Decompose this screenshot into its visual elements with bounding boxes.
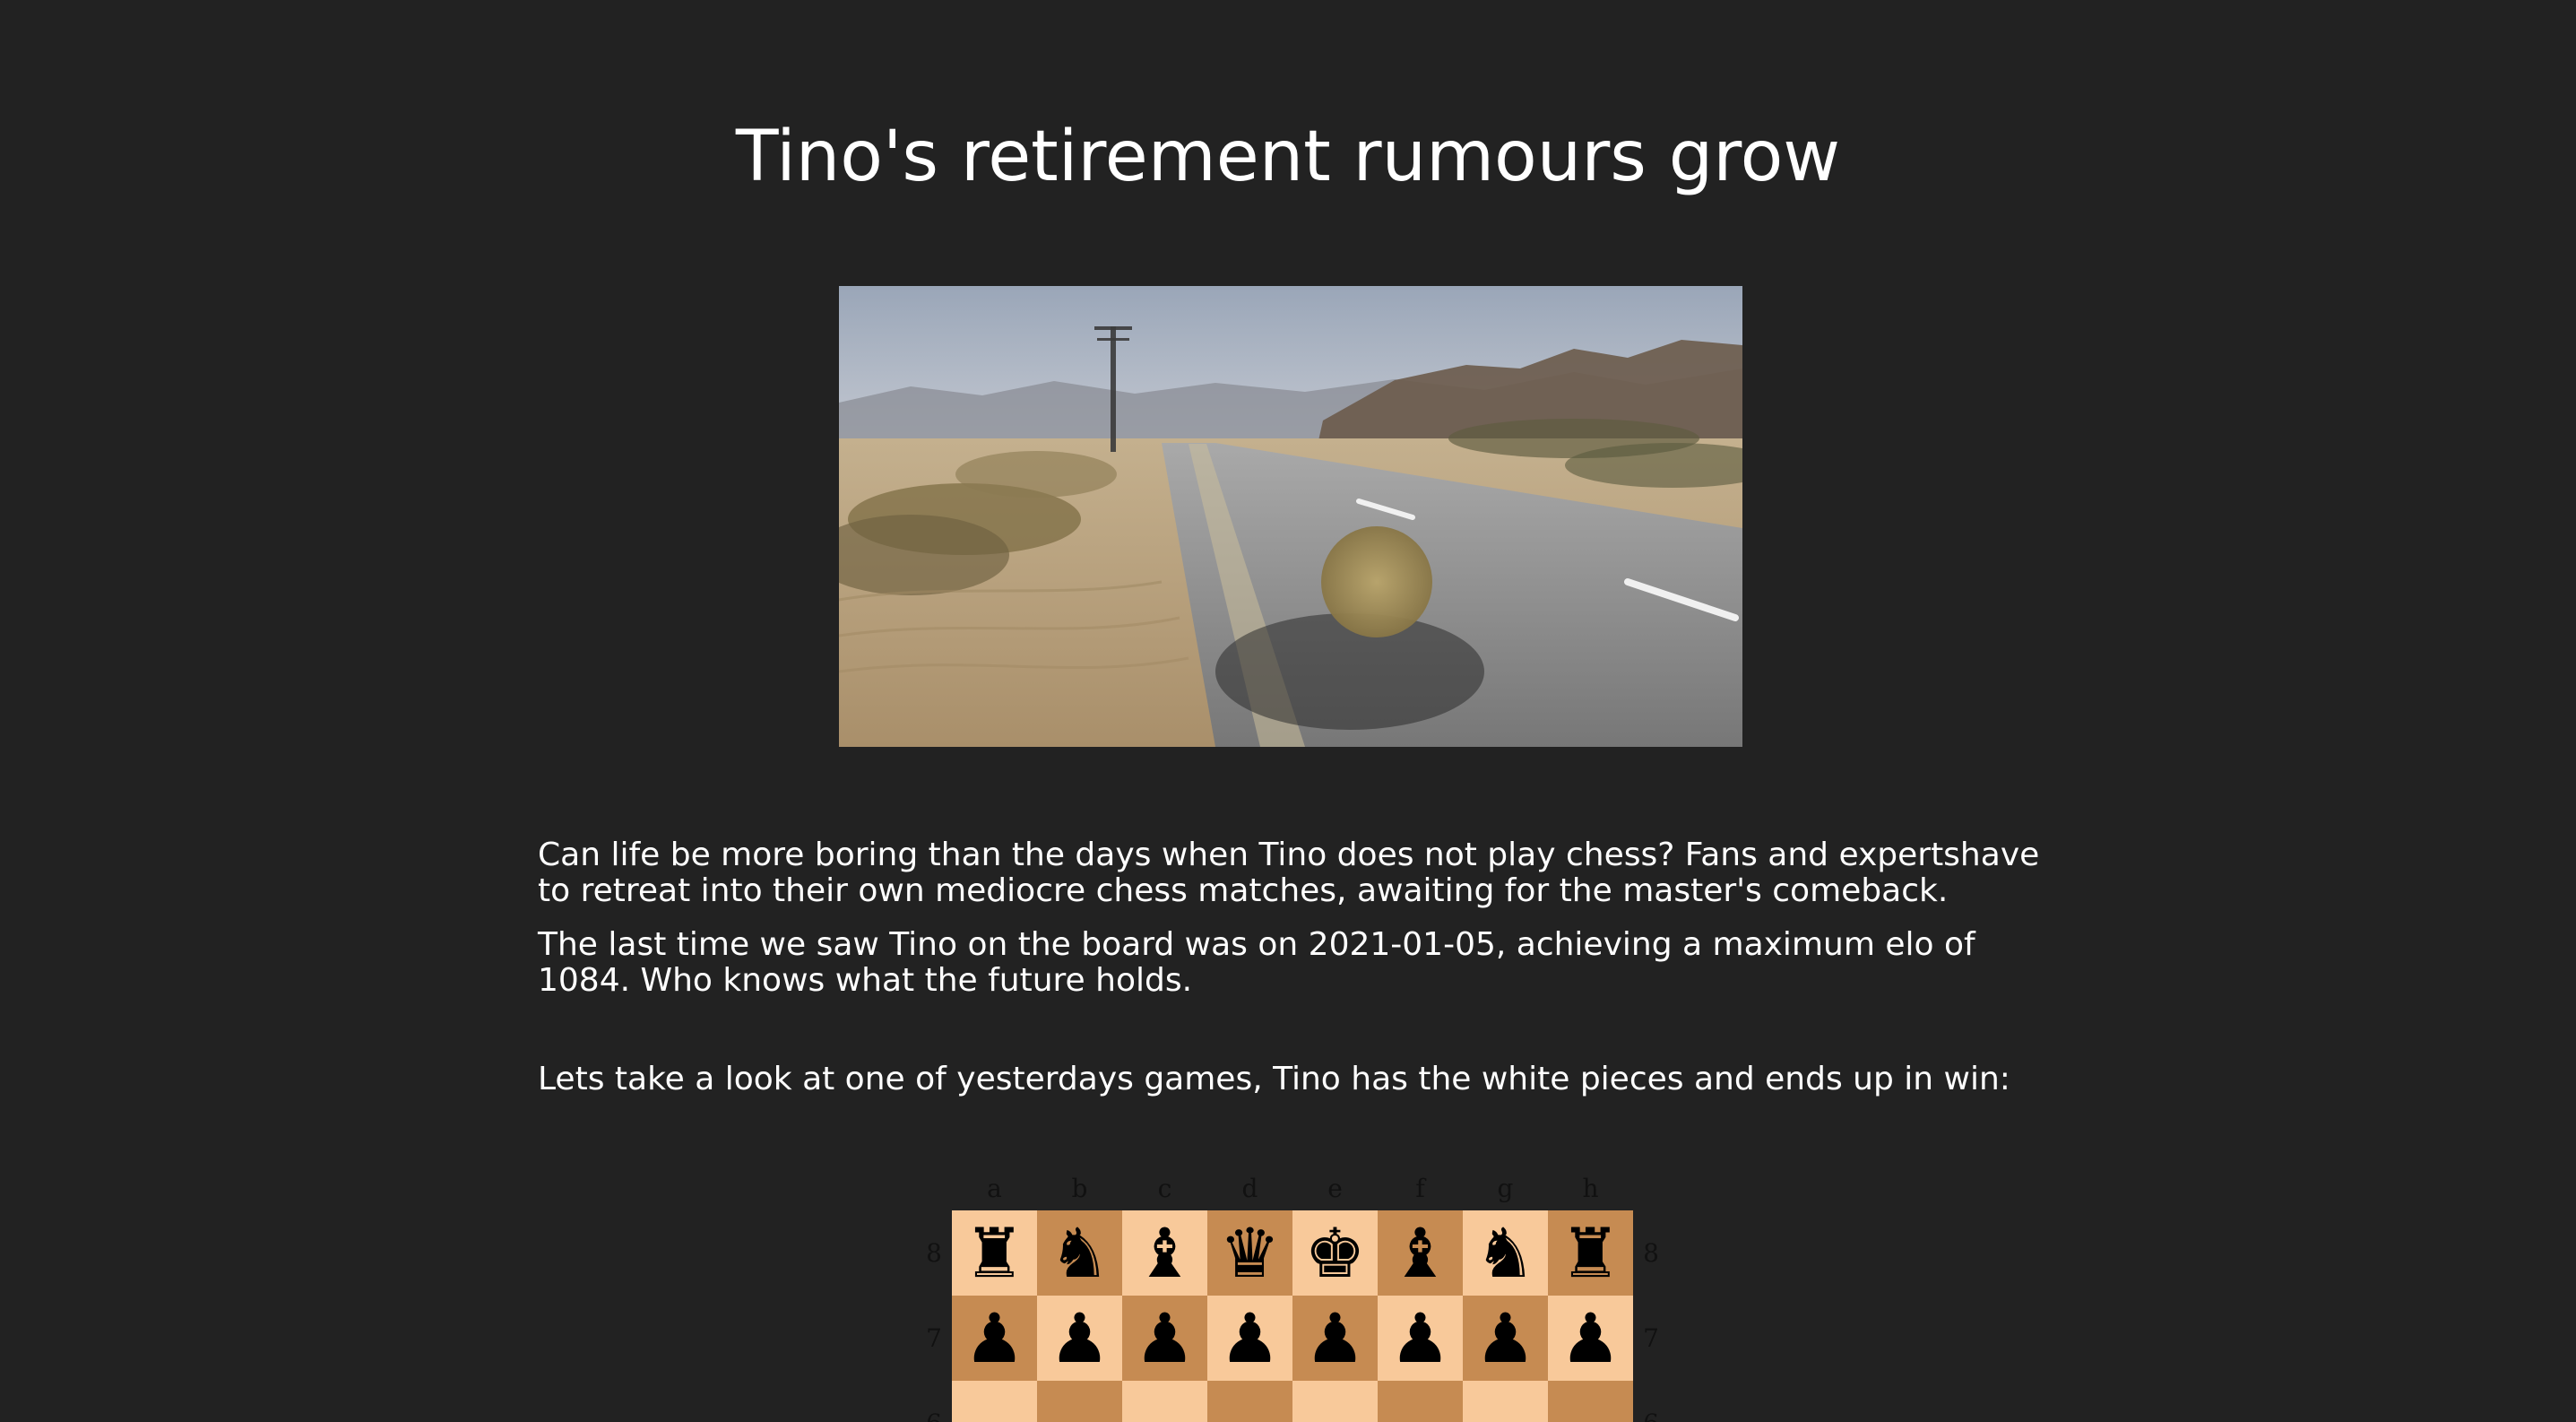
- rank-label-6-right: 6: [1633, 1381, 1669, 1422]
- board-square-g8[interactable]: ♞: [1463, 1210, 1548, 1296]
- board-square-g7[interactable]: ♟: [1463, 1296, 1548, 1381]
- rank-label-7-right: 7: [1643, 1323, 1659, 1353]
- article-page: Tino's retirement rumours grow Can life …: [0, 0, 2576, 1422]
- chessboard-widget: a b c d e f g h 8 7 6 8 7 6 ♜♞♝♛♚♝♞♜♟♟♟♟…: [916, 1167, 1669, 1422]
- board-square-b8[interactable]: ♞: [1037, 1210, 1122, 1296]
- chess-piece[interactable]: ♟: [1219, 1296, 1280, 1381]
- rank-label-7-left: 7: [926, 1323, 942, 1353]
- file-label-h: h: [1582, 1174, 1599, 1203]
- board-square-b7[interactable]: ♟: [1037, 1296, 1122, 1381]
- file-label-f: f: [1415, 1174, 1425, 1203]
- board-square-e6[interactable]: [1292, 1381, 1378, 1422]
- paragraph-3: Lets take a look at one of yesterdays ga…: [538, 1061, 2010, 1097]
- board-rank-labels-right: 8 7 6: [1633, 1210, 1669, 1422]
- chess-piece[interactable]: ♟: [1474, 1296, 1535, 1381]
- board-square-f6[interactable]: [1378, 1381, 1463, 1422]
- file-label-c: c: [1157, 1174, 1172, 1203]
- chessboard-grid: ♜ ♞ ♝ ♛ ♚ ♝ ♞ ♜ ♟ ♟ ♟ ♟ ♟ ♟ ♟ ♟: [952, 1210, 1633, 1422]
- board-square-d7[interactable]: ♟: [1207, 1296, 1292, 1381]
- chess-piece[interactable]: ♜: [1560, 1210, 1621, 1296]
- rank-label-8-left: 8: [926, 1238, 942, 1268]
- board-square-f7[interactable]: ♟: [1378, 1296, 1463, 1381]
- board-square-c8[interactable]: ♝: [1122, 1210, 1207, 1296]
- chess-piece[interactable]: ♜: [964, 1210, 1024, 1296]
- rank-label-6-left: 6: [916, 1381, 952, 1422]
- board-square-c6[interactable]: [1122, 1381, 1207, 1422]
- paragraph-1: Can life be more boring than the days wh…: [538, 837, 2040, 909]
- chess-piece[interactable]: ♝: [1389, 1210, 1450, 1296]
- file-label-d: d: [1241, 1174, 1258, 1203]
- article-title: Tino's retirement rumours grow: [735, 117, 1841, 197]
- chess-piece[interactable]: ♟: [1134, 1296, 1195, 1381]
- board-square-b6[interactable]: [1037, 1381, 1122, 1422]
- chess-piece[interactable]: ♟: [1389, 1296, 1450, 1381]
- chess-piece[interactable]: ♟: [1560, 1296, 1621, 1381]
- chess-piece[interactable]: ♞: [1474, 1210, 1535, 1296]
- chess-piece[interactable]: ♟: [1049, 1296, 1110, 1381]
- chess-piece[interactable]: ♝: [1134, 1210, 1195, 1296]
- chess-piece[interactable]: ♟: [1304, 1296, 1365, 1381]
- board-rank-labels-left: 8 7 6: [916, 1210, 952, 1422]
- board-square-h8[interactable]: ♜: [1548, 1210, 1633, 1296]
- chess-piece[interactable]: ♛: [1219, 1210, 1280, 1296]
- chess-piece[interactable]: ♚: [1304, 1210, 1365, 1296]
- board-square-c7[interactable]: ♟: [1122, 1296, 1207, 1381]
- file-label-e: e: [1327, 1174, 1343, 1203]
- board-square-f8[interactable]: ♝: [1378, 1210, 1463, 1296]
- board-square-h6[interactable]: [1548, 1381, 1633, 1422]
- board-square-h7[interactable]: ♟: [1548, 1296, 1633, 1381]
- file-label-a: a: [987, 1174, 1002, 1203]
- chess-piece[interactable]: ♟: [964, 1296, 1024, 1381]
- board-square-a7[interactable]: ♟: [952, 1296, 1037, 1381]
- board-square-d6[interactable]: [1207, 1381, 1292, 1422]
- article-body: Can life be more boring than the days wh…: [538, 837, 2062, 1097]
- file-label-g: g: [1497, 1174, 1514, 1203]
- board-square-g6[interactable]: [1463, 1381, 1548, 1422]
- chess-piece[interactable]: ♞: [1049, 1210, 1110, 1296]
- board-square-d8[interactable]: ♛: [1207, 1210, 1292, 1296]
- desert-road-illustration: [839, 286, 1742, 747]
- board-square-a8[interactable]: ♜: [952, 1210, 1037, 1296]
- paragraph-2: The last time we saw Tino on the board w…: [538, 926, 1975, 999]
- rank-label-8-right: 8: [1643, 1238, 1659, 1268]
- board-file-labels: a b c d e f g h: [952, 1167, 1633, 1210]
- hero-image-desert-road: [839, 286, 1742, 747]
- board-square-e7[interactable]: ♟: [1292, 1296, 1378, 1381]
- file-label-b: b: [1071, 1174, 1088, 1203]
- board-square-a6[interactable]: [952, 1381, 1037, 1422]
- board-square-e8[interactable]: ♚: [1292, 1210, 1378, 1296]
